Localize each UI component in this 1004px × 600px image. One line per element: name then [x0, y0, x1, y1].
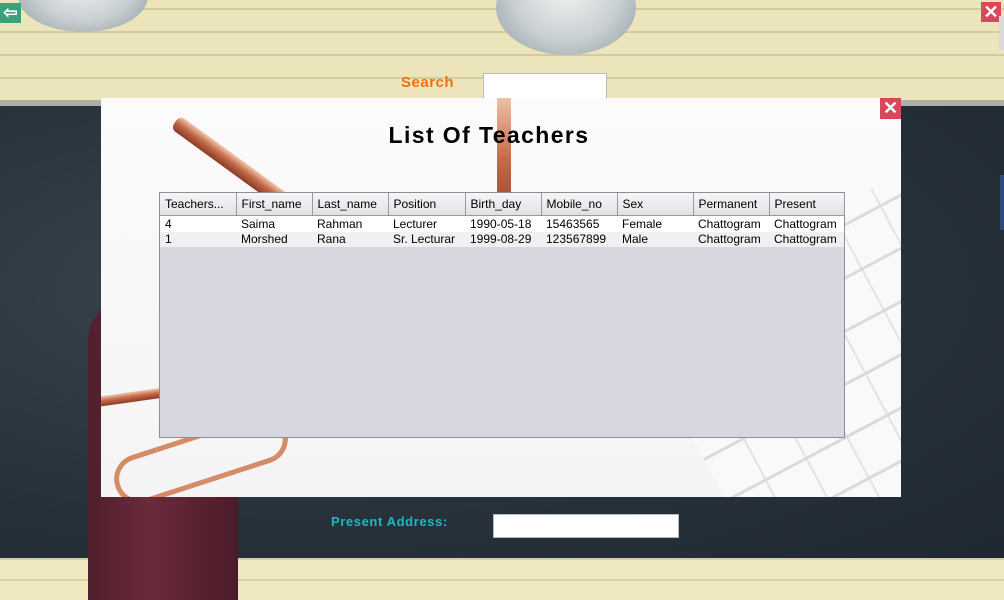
cell-sex: Female	[617, 217, 693, 232]
column-header-teachers-id[interactable]: Teachers...	[160, 193, 237, 216]
cell-teacher-id: 4	[160, 217, 236, 232]
cell-position: Lecturer	[388, 217, 465, 232]
edge-panel	[999, 16, 1004, 50]
table-row[interactable]: 1 Morshed Rana Sr. Lecturar 1999-08-29 1…	[160, 232, 844, 247]
cell-permanent: Chattogram	[693, 217, 769, 232]
close-icon: ✕	[983, 2, 999, 22]
column-header-birth-day[interactable]: Birth_day	[465, 193, 542, 216]
edge-panel-blue	[1000, 175, 1004, 230]
table-row[interactable]: 4 Saima Rahman Lecturer 1990-05-18 15463…	[160, 217, 844, 232]
dialog-close-button[interactable]: ✕	[880, 98, 901, 119]
cell-present: Chattogram	[769, 217, 844, 232]
cell-mobile-no: 15463565	[541, 217, 617, 232]
cell-mobile-no: 123567899	[541, 232, 617, 247]
search-label: Search	[401, 74, 455, 91]
dialog-title: List Of Teachers	[388, 122, 590, 148]
cell-first-name: Morshed	[236, 232, 312, 247]
table-header-row: Teachers... First_name Last_name Positio…	[160, 193, 845, 216]
teachers-table[interactable]: Teachers... First_name Last_name Positio…	[159, 192, 845, 438]
window-close-button[interactable]: ✕	[981, 2, 1001, 22]
search-input[interactable]	[483, 73, 607, 100]
present-address-input[interactable]	[493, 514, 679, 538]
cell-first-name: Saima	[236, 217, 312, 232]
cell-last-name: Rana	[312, 232, 388, 247]
arrow-left-icon: ⇦	[3, 3, 18, 22]
teachers-list-dialog: List Of Teachers ✕ Teachers... First_nam…	[101, 98, 901, 497]
cell-sex: Male	[617, 232, 693, 247]
column-header-permanent[interactable]: Permanent	[693, 193, 770, 216]
back-button[interactable]: ⇦	[0, 3, 21, 23]
column-header-first-name[interactable]: First_name	[236, 193, 313, 216]
column-header-sex[interactable]: Sex	[617, 193, 694, 216]
cell-last-name: Rahman	[312, 217, 388, 232]
cell-teacher-id: 1	[160, 232, 236, 247]
cell-birth-day: 1990-05-18	[465, 217, 541, 232]
cell-present: Chattogram	[769, 232, 844, 247]
cell-permanent: Chattogram	[693, 232, 769, 247]
column-header-present[interactable]: Present	[769, 193, 845, 216]
column-header-last-name[interactable]: Last_name	[312, 193, 389, 216]
cell-position: Sr. Lecturar	[388, 232, 465, 247]
close-icon: ✕	[882, 98, 899, 118]
column-header-position[interactable]: Position	[388, 193, 466, 216]
column-header-mobile-no[interactable]: Mobile_no	[541, 193, 618, 216]
present-address-label: Present Address:	[331, 514, 448, 529]
cell-birth-day: 1999-08-29	[465, 232, 541, 247]
